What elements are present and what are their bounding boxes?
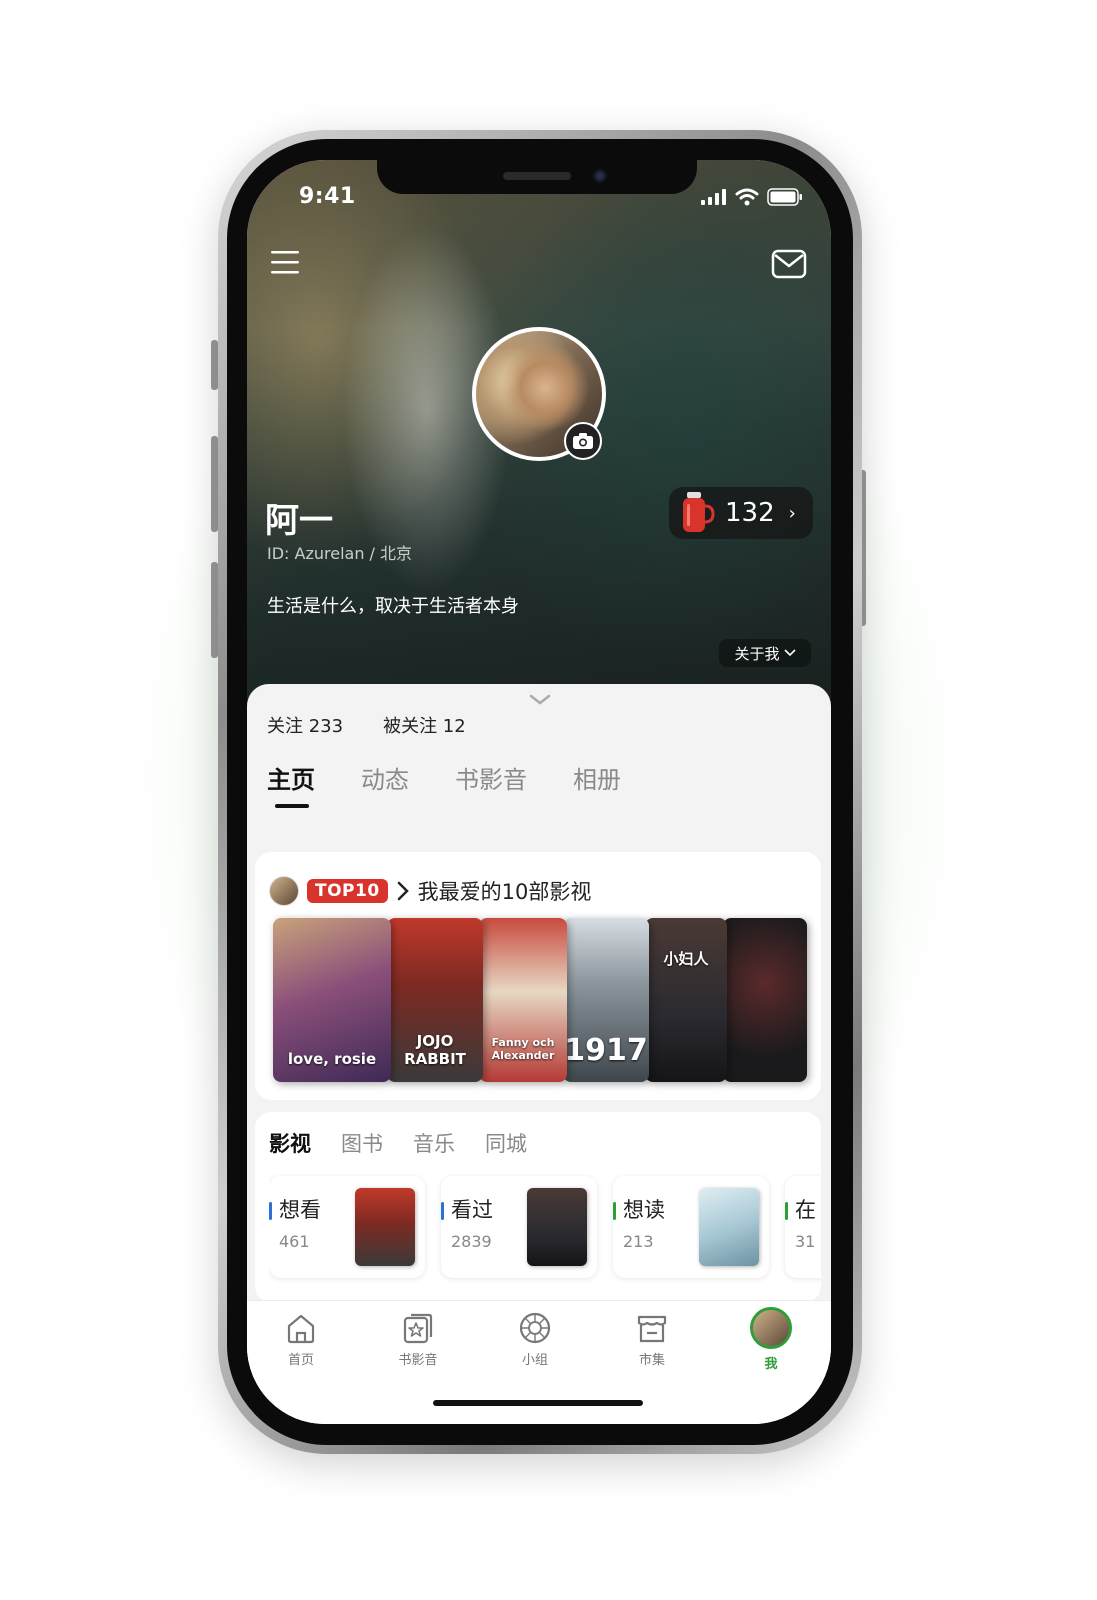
poster-title: 小妇人 <box>663 950 709 968</box>
thermos-icon <box>683 492 715 532</box>
poster-title: JOJO RABBIT <box>404 1032 466 1068</box>
media-tabs: 影视 图书 音乐 同城 <box>269 1128 527 1158</box>
tabbar-market[interactable]: 市集 <box>612 1311 692 1368</box>
menu-button[interactable] <box>265 242 305 282</box>
top10-header[interactable]: TOP10 我最爱的10部影视 <box>269 876 591 906</box>
tab-activity[interactable]: 动态 <box>361 760 409 795</box>
poster-1917[interactable]: 1917 <box>563 918 649 1082</box>
shelf-title: 看过 <box>451 1198 493 1222</box>
media-shelf: 想看 461 看过 2839 想读 213 在 31 <box>269 1174 821 1294</box>
shelf-count: 213 <box>623 1232 654 1251</box>
active-tab-indicator <box>275 804 309 808</box>
front-camera <box>593 169 607 183</box>
tab-books-movies-music[interactable]: 书影音 <box>455 760 527 795</box>
shelf-title: 想看 <box>279 1198 321 1222</box>
group-icon <box>519 1312 551 1344</box>
poster-title: Fanny och Alexander <box>491 1036 555 1062</box>
follow-stats: 关注 233 被关注 12 <box>267 712 466 738</box>
about-me-button[interactable]: 关于我 <box>719 639 811 667</box>
chevron-right-icon: › <box>788 502 796 524</box>
mail-icon <box>771 249 807 279</box>
me-avatar <box>750 1307 792 1349</box>
about-me-label: 关于我 <box>734 644 780 663</box>
user-name: 阿一 <box>265 501 333 541</box>
tabbar-me[interactable]: 我 <box>731 1307 811 1372</box>
tab-home[interactable]: 主页 <box>267 760 315 808</box>
poster-love-rosie[interactable]: love, rosie <box>273 918 391 1082</box>
tabbar-label: 小组 <box>521 1353 548 1368</box>
wifi-icon <box>735 188 759 206</box>
phone-screen: 9:41 阿一 ID: Azurelan / 北京 生活是什么，取决于生活者本身… <box>247 160 831 1424</box>
signal-icon <box>701 189 726 205</box>
shelf-title: 想读 <box>623 1198 665 1222</box>
star-card-icon <box>403 1313 433 1344</box>
home-indicator <box>433 1400 643 1406</box>
chevron-down-icon <box>783 649 796 657</box>
notch <box>377 160 697 194</box>
shelf-title: 在 <box>795 1198 816 1222</box>
media-tab-local[interactable]: 同城 <box>485 1128 527 1158</box>
poster-fanny-och-alexander[interactable]: Fanny och Alexander <box>479 918 567 1082</box>
camera-icon <box>573 433 593 449</box>
score-value: 132 <box>725 498 775 528</box>
store-icon <box>637 1315 667 1343</box>
status-icons <box>701 188 803 206</box>
top10-title: 我最爱的10部影视 <box>417 880 592 904</box>
shelf-thumbnail <box>355 1188 415 1266</box>
tabbar-label: 我 <box>764 1357 778 1372</box>
shelf-want-to-watch[interactable]: 想看 461 <box>269 1176 425 1278</box>
chevron-right-icon <box>397 881 409 901</box>
profile-header-background: 9:41 阿一 ID: Azurelan / 北京 生活是什么，取决于生活者本身… <box>247 160 831 720</box>
tabbar-groups[interactable]: 小组 <box>495 1311 575 1368</box>
shelf-count: 2839 <box>451 1232 492 1251</box>
status-time: 9:41 <box>299 184 356 209</box>
change-avatar-button[interactable] <box>564 422 602 460</box>
media-tab-music[interactable]: 音乐 <box>413 1128 455 1158</box>
collapse-chevron-icon[interactable] <box>529 694 551 706</box>
profile-tabs: 主页 动态 书影音 相册 <box>267 760 621 808</box>
hamburger-menu-icon <box>271 251 299 274</box>
tabbar-label: 市集 <box>638 1353 665 1368</box>
poster-6[interactable] <box>723 918 807 1082</box>
poster-title: love, rosie <box>287 1050 377 1068</box>
shelf-thumbnail <box>699 1188 759 1266</box>
poster-title: 1917 <box>564 1033 648 1068</box>
followers-count[interactable]: 被关注 12 <box>383 712 466 738</box>
user-id-location: ID: Azurelan / 北京 <box>267 544 413 563</box>
following-count[interactable]: 关注 233 <box>267 712 343 738</box>
media-tab-books[interactable]: 图书 <box>341 1128 383 1158</box>
poster-jojo-rabbit[interactable]: JOJO RABBIT <box>387 918 483 1082</box>
tabbar-label: 书影音 <box>398 1353 438 1368</box>
messages-button[interactable] <box>769 244 809 284</box>
score-button[interactable]: 132 › <box>669 487 813 539</box>
mini-avatar <box>269 876 299 906</box>
tabbar-books-movies-music[interactable]: 书影音 <box>378 1311 458 1368</box>
shelf-want-to-read[interactable]: 想读 213 <box>613 1176 769 1278</box>
battery-icon <box>767 188 802 206</box>
tab-label: 相册 <box>573 766 621 794</box>
shelf-thumbnail <box>527 1188 587 1266</box>
top10-badge: TOP10 <box>307 879 388 903</box>
tabbar-label: 首页 <box>287 1353 314 1368</box>
shelf-count: 31 <box>795 1232 816 1251</box>
home-icon <box>287 1314 315 1344</box>
silent-switch <box>211 340 218 390</box>
volume-up-button <box>211 436 218 532</box>
tab-label: 书影音 <box>455 766 527 794</box>
shelf-reading[interactable]: 在 31 <box>785 1176 821 1278</box>
shelf-count: 461 <box>279 1232 310 1251</box>
tab-label: 动态 <box>361 766 409 794</box>
top10-card: TOP10 我最爱的10部影视 love, rosie JOJO RABBIT … <box>255 852 821 1100</box>
shelf-watched[interactable]: 看过 2839 <box>441 1176 597 1278</box>
top10-posters: love, rosie JOJO RABBIT Fanny och Alexan… <box>273 918 813 1084</box>
user-bio: 生活是什么，取决于生活者本身 <box>267 596 519 617</box>
media-tab-movies[interactable]: 影视 <box>269 1128 311 1158</box>
tab-album[interactable]: 相册 <box>573 760 621 795</box>
tab-label: 主页 <box>267 766 315 794</box>
volume-down-button <box>211 562 218 658</box>
poster-little-women[interactable]: 小妇人 <box>645 918 727 1082</box>
tabbar-home[interactable]: 首页 <box>261 1311 341 1368</box>
media-shelf-card: 影视 图书 音乐 同城 想看 461 看过 2839 想读 213 在 31 <box>255 1112 821 1302</box>
